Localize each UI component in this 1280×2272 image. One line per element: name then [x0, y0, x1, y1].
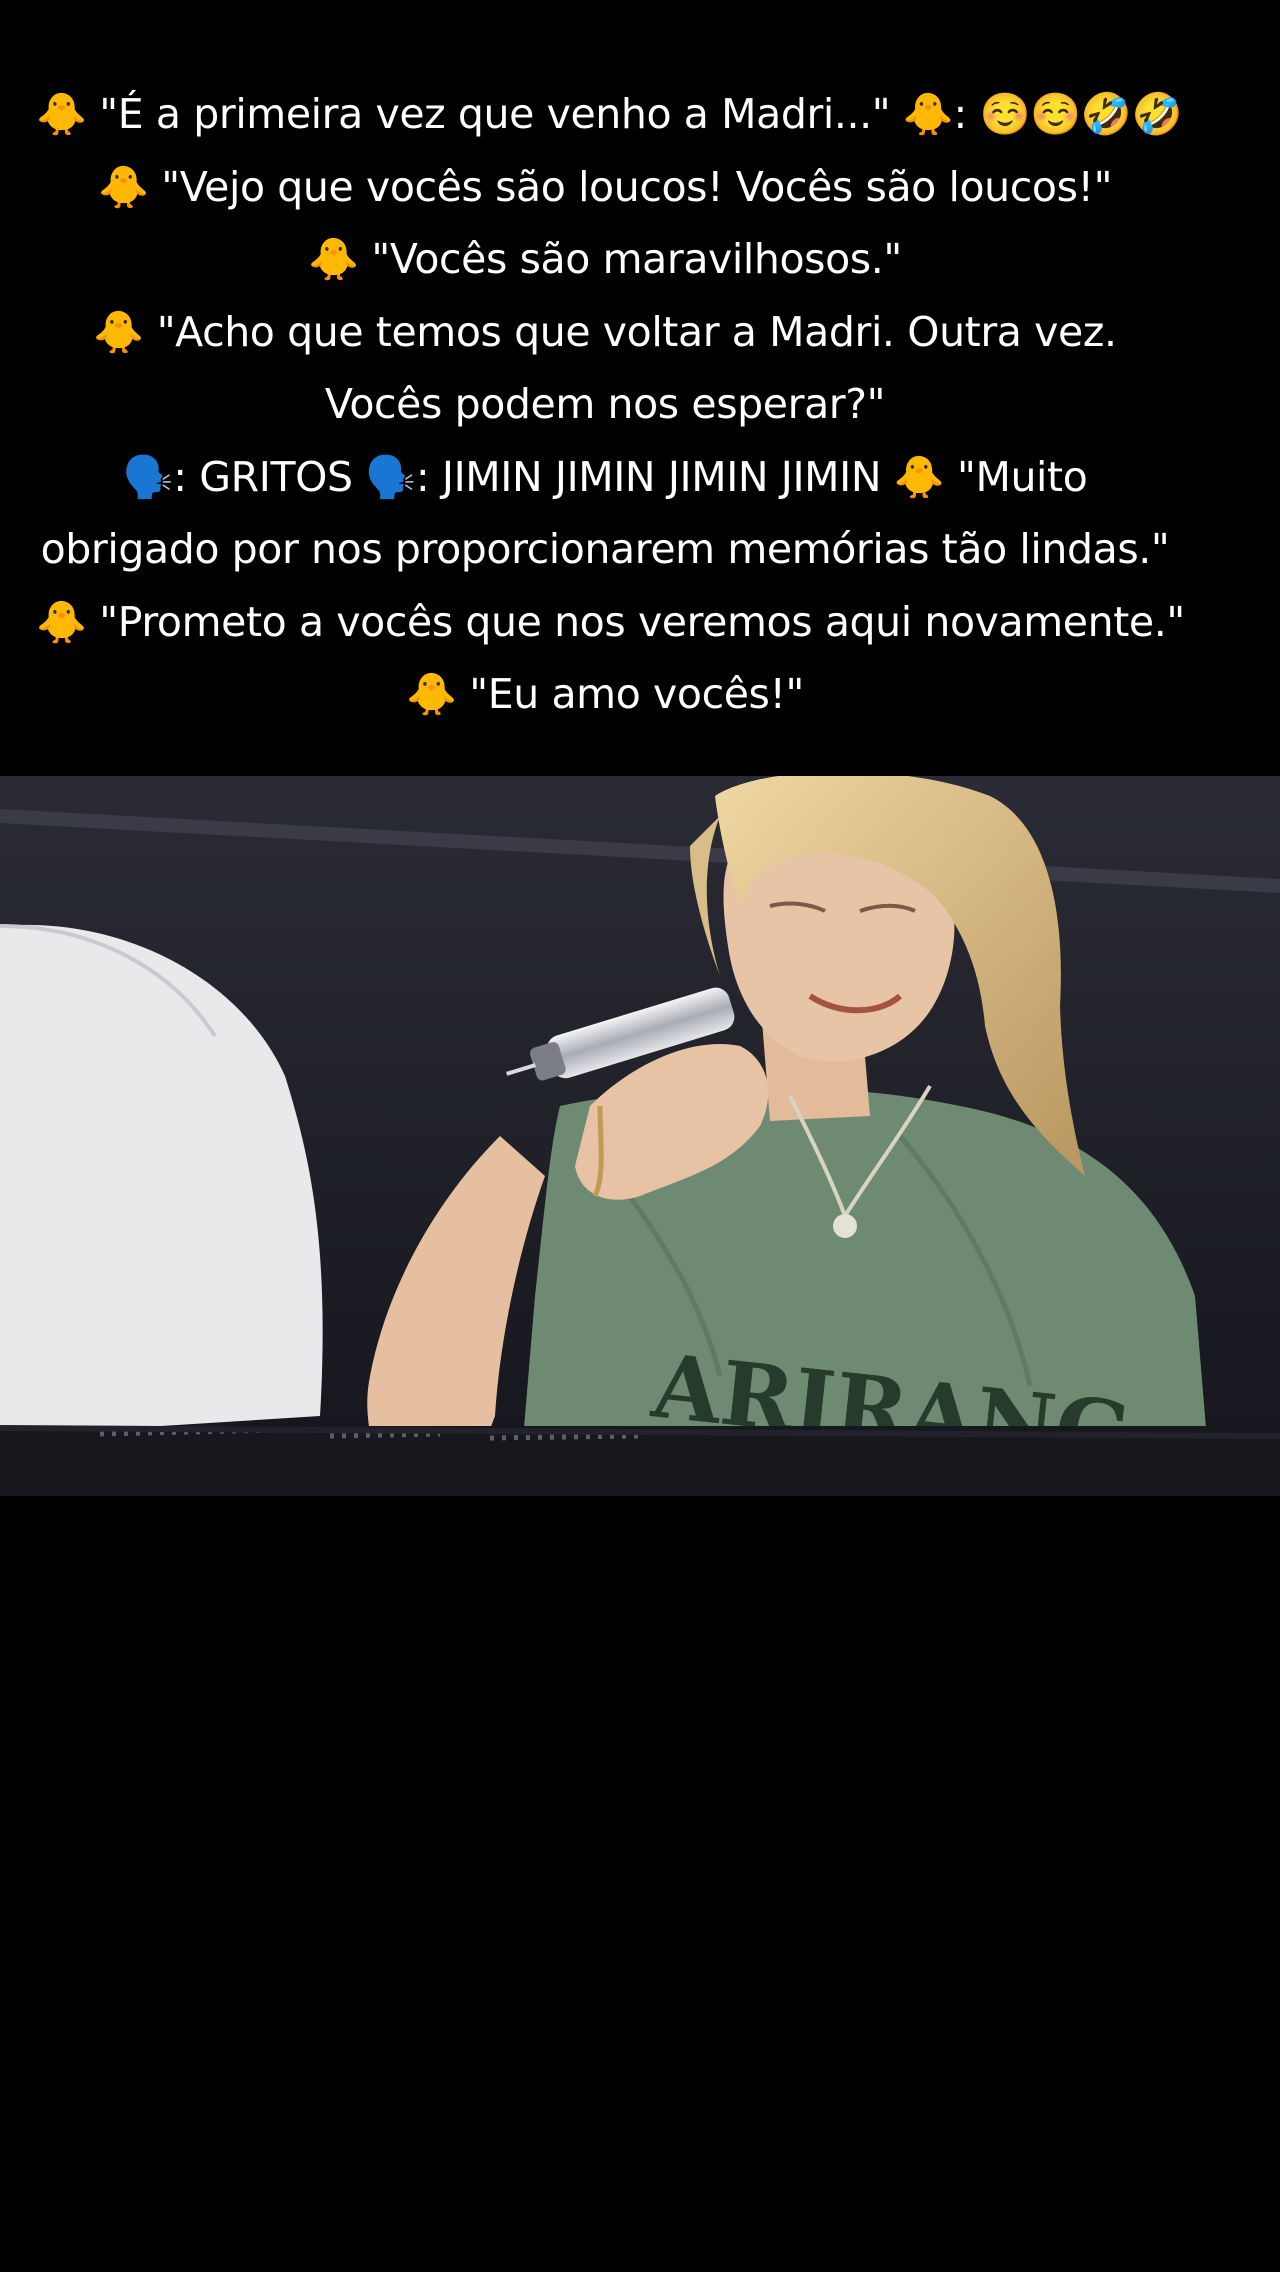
caption-line: 🐥 "Vejo que vocês são loucos! Vocês são … [97, 162, 1113, 211]
caption-line: 🐥 "Prometo a vocês que nos veremos aqui … [36, 597, 1185, 646]
caption-line: 🐥 "Eu amo vocês!" [405, 670, 804, 718]
video-post-screen[interactable]: 🐥 "É a primeira vez que venho a Madri...… [0, 0, 1280, 2272]
caption-line: 🗣️: GRITOS 🗣️: JIMIN JIMIN JIMIN JIMIN 🐥… [40, 452, 1170, 574]
caption-line: 🐥 "Acho que temos que voltar a Madri. Ou… [93, 307, 1117, 429]
concert-video-frame: ARIRANG [0, 776, 1280, 1496]
empty-black-area [0, 1496, 1280, 2272]
video-player[interactable]: ARIRANG [0, 776, 1280, 1496]
caption-overlay: 🐥 "É a primeira vez que venho a Madri...… [36, 78, 1185, 731]
caption-line: 🐥 "Vocês são maravilhosos." [308, 235, 902, 283]
caption-line: 🐥 "É a primeira vez que venho a Madri...… [36, 90, 1183, 138]
